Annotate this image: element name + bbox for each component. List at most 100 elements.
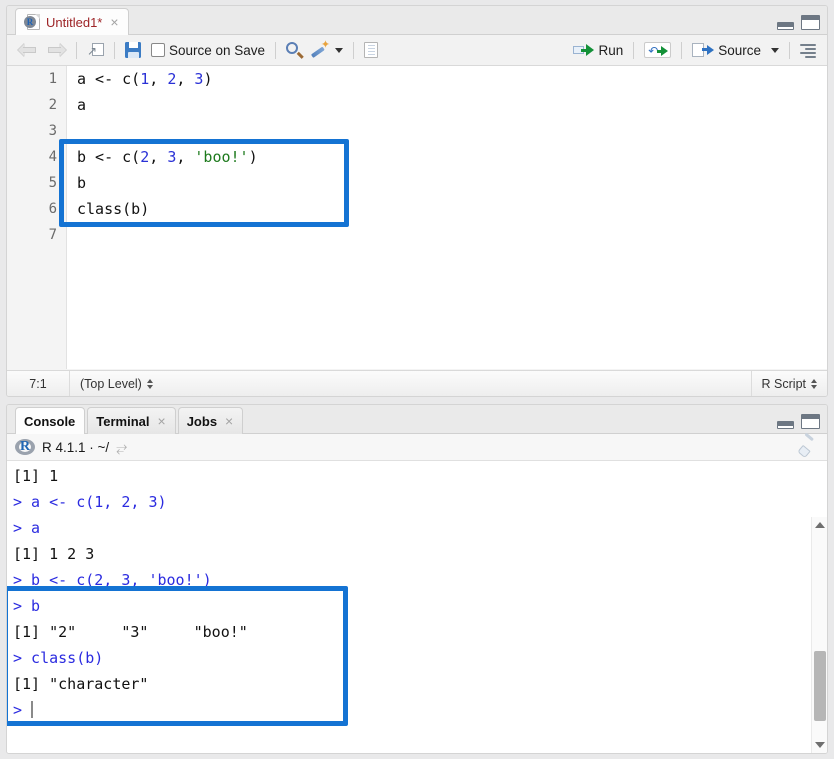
console-scrollbar[interactable] [811, 517, 827, 753]
find-replace-icon [286, 42, 304, 58]
show-in-new-window-button[interactable]: ↗ [82, 37, 109, 63]
save-button[interactable] [120, 37, 146, 63]
code-token: , [149, 148, 168, 166]
console-input-text: > [13, 701, 32, 719]
console-tabstrip: Console Terminal × Jobs × [7, 405, 827, 434]
editor-line[interactable]: 5b [7, 170, 827, 196]
editor-line[interactable]: 1a <- c(1, 2, 3) [7, 66, 827, 92]
editor-code-area[interactable]: 1a <- c(1, 2, 3) 2 a 3 4 b <- c(2, 3, 'boo!')… [7, 66, 827, 369]
toolbar-divider [789, 41, 790, 59]
console-line: > a [13, 515, 827, 541]
code-tools-button[interactable]: ✦ [307, 37, 348, 63]
scope-selector[interactable]: (Top Level) [70, 371, 163, 397]
maximize-pane-icon[interactable] [801, 15, 820, 30]
console-line: > [13, 697, 827, 723]
console-session-label: R 4.1.1 · ~/ [42, 439, 110, 455]
source-button[interactable]: Source [687, 37, 766, 63]
forward-arrow-icon [47, 43, 66, 57]
console-input-text: > b <- c(2, 3, 'boo!') [13, 571, 212, 589]
code-token: a [77, 96, 87, 114]
save-icon [125, 42, 141, 58]
editor-line[interactable]: 7 [7, 222, 827, 248]
file-type-selector[interactable]: R Script [752, 371, 827, 397]
console-line: [1] 1 [13, 463, 827, 489]
toolbar-divider [76, 41, 77, 59]
console-output-area[interactable]: [1] 1 > a <- c(1, 2, 3) > a [1] 1 2 3 > b <-… [7, 461, 827, 753]
code-token: 2 [167, 70, 177, 88]
line-number: 4 [48, 149, 57, 165]
editor-lines[interactable]: 1a <- c(1, 2, 3) 2 a 3 4 b <- c(2, 3, 'boo!')… [7, 66, 827, 369]
console-output-text: [1] "character" [13, 675, 149, 693]
line-number: 2 [48, 97, 57, 113]
maximize-pane-icon[interactable] [801, 414, 820, 429]
clear-console-icon[interactable] [797, 432, 817, 459]
code-token: 1 [140, 70, 150, 88]
source-label: Source [718, 42, 761, 58]
code-token: , [176, 148, 195, 166]
console-tab-console[interactable]: Console [15, 407, 86, 434]
console-tab-jobs[interactable]: Jobs × [177, 407, 244, 434]
line-text: a [67, 92, 86, 118]
console-line: > b <- c(2, 3, 'boo!') [13, 567, 827, 593]
source-on-save-label: Source on Save [169, 42, 266, 58]
scroll-up-arrow-icon[interactable] [812, 517, 827, 533]
code-token: b <- c( [77, 148, 141, 166]
tab-close-icon[interactable]: × [225, 414, 233, 428]
editor-tab-close-icon[interactable]: × [110, 15, 118, 29]
console-line: > a <- c(1, 2, 3) [13, 489, 827, 515]
console-output-text: [1] 1 [13, 467, 59, 485]
run-label: Run [598, 42, 624, 58]
editor-tab-label: Untitled1* [46, 14, 103, 30]
tab-label: Jobs [186, 413, 218, 429]
console-tab-terminal[interactable]: Terminal × [87, 407, 176, 434]
source-menu-button[interactable] [766, 37, 784, 63]
minimize-pane-icon[interactable] [777, 421, 794, 429]
forward-button[interactable] [42, 37, 71, 63]
console-input-text: > a <- c(1, 2, 3) [13, 493, 167, 511]
scrollbar-thumb[interactable] [814, 651, 826, 721]
r-document-icon: R [24, 13, 41, 31]
run-icon [573, 43, 595, 57]
document-outline-button[interactable] [795, 37, 821, 63]
checkbox-icon [151, 43, 165, 57]
editor-pane-controls [777, 15, 820, 30]
line-text: class(b) [67, 196, 149, 222]
toolbar-divider [275, 41, 277, 59]
scope-stepper-icon [146, 378, 153, 389]
back-button[interactable] [13, 37, 42, 63]
scroll-down-arrow-icon[interactable] [812, 737, 827, 753]
code-token: ) [248, 148, 258, 166]
console-input-text: > b [13, 597, 41, 615]
line-number: 1 [48, 71, 57, 87]
source-icon [692, 42, 715, 58]
console-lines: [1] 1 > a <- c(1, 2, 3) > a [1] 1 2 3 > b <-… [7, 461, 827, 723]
run-button[interactable]: Run [568, 37, 628, 63]
find-replace-button[interactable] [281, 37, 307, 63]
line-number: 3 [48, 123, 57, 139]
editor-line[interactable]: 6 class(b) [7, 196, 827, 222]
code-token: 3 [167, 148, 177, 166]
editor-tab-untitled1[interactable]: R Untitled1* × [15, 8, 129, 35]
document-outline-icon [800, 43, 816, 58]
console-input-text: > a [13, 519, 41, 537]
code-token: , [176, 70, 195, 88]
editor-line[interactable]: 2a [7, 92, 827, 118]
minimize-pane-icon[interactable] [777, 22, 794, 30]
tab-close-icon[interactable]: × [158, 414, 166, 428]
chevron-down-icon [335, 47, 344, 53]
back-arrow-icon [18, 43, 37, 57]
console-line: [1] "character" [13, 671, 827, 697]
source-on-save-checkbox[interactable]: Source on Save [146, 37, 270, 63]
r-logo-icon: R [15, 439, 35, 455]
console-line: > b [13, 593, 827, 619]
rerun-previous-button[interactable]: ↶ [639, 37, 676, 63]
line-text: b <- c(2, 3, 'boo!') [67, 144, 258, 170]
rerun-previous-icon: ↶ [644, 42, 672, 58]
compile-report-button[interactable] [359, 37, 383, 63]
editor-toolbar: ↗ Source on Save ✦ Run ↶ Source [7, 35, 827, 66]
editor-line[interactable]: 4 b <- c(2, 3, 'boo!') [7, 144, 827, 170]
open-in-window-icon[interactable]: ⥂ [116, 439, 127, 456]
console-header: R R 4.1.1 · ~/ ⥂ [7, 432, 827, 461]
code-token: class(b) [77, 200, 150, 218]
editor-line[interactable]: 3 [7, 118, 827, 144]
